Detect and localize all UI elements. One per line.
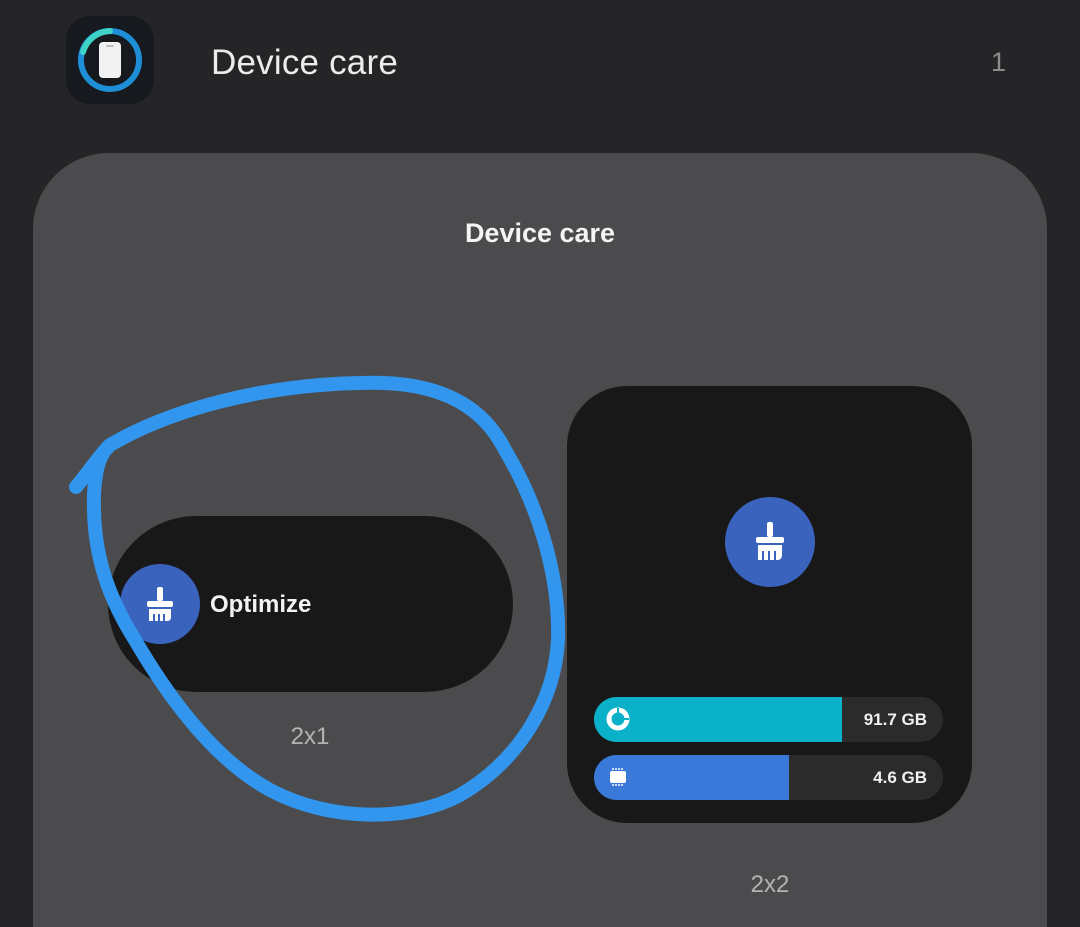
memory-chip-icon: [606, 765, 630, 789]
optimize-label: Optimize: [210, 591, 312, 618]
broom-icon: [120, 564, 200, 644]
memory-value: 4.6 GB: [873, 768, 927, 787]
device-care-icon: [66, 16, 154, 104]
widget-size-label-2x1: 2x1: [290, 723, 330, 750]
memory-usage-bar: 4.6 GB: [594, 755, 943, 800]
widget-count: 1: [990, 47, 1006, 77]
storage-pie-icon: [606, 707, 630, 731]
storage-usage-bar: 91.7 GB: [594, 697, 943, 742]
storage-usage-fill: [594, 697, 842, 742]
widget-picker-page: Device care 1 Device care Optimize 2x1 9…: [0, 0, 1080, 927]
storage-value: 91.7 GB: [863, 710, 927, 729]
preview-title: Device care: [464, 218, 616, 248]
broom-icon: [725, 497, 815, 587]
widget-size-label-2x2: 2x2: [750, 871, 790, 898]
app-title: Device care: [211, 43, 398, 82]
